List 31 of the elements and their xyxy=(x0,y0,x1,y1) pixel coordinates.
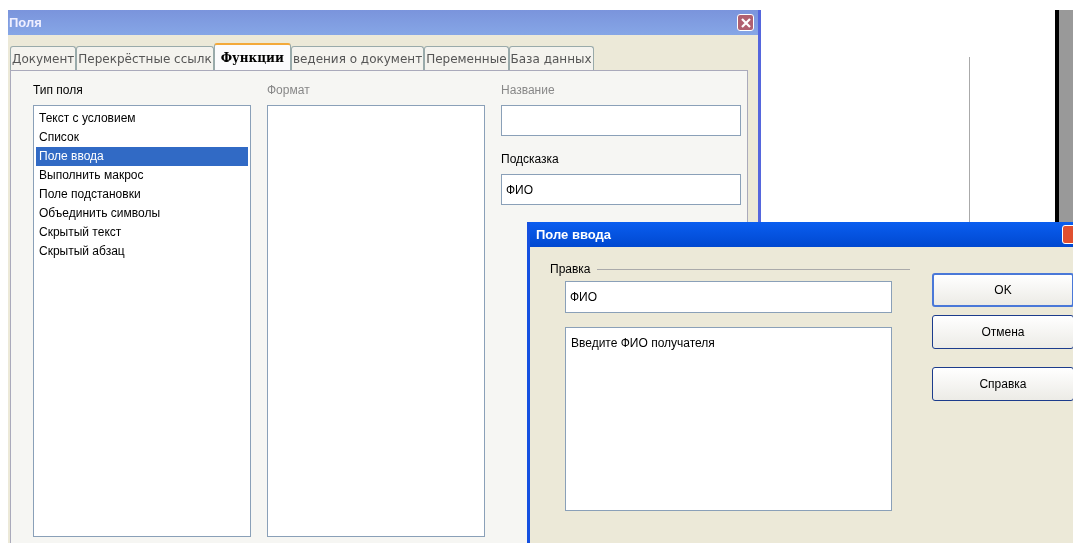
list-item[interactable]: Поле ввода xyxy=(36,147,248,166)
list-item[interactable]: Выполнить макрос xyxy=(36,166,248,185)
name-field[interactable] xyxy=(501,105,741,136)
list-item[interactable]: Скрытый абзац xyxy=(36,242,248,261)
text-area[interactable]: Введите ФИО получателя xyxy=(565,327,892,511)
window-title: Поле ввода xyxy=(536,227,611,242)
format-label: Формат xyxy=(267,83,311,99)
list-item[interactable]: Текст с условием xyxy=(36,109,248,128)
tab[interactable]: Документ xyxy=(10,46,77,70)
close-icon xyxy=(739,16,752,29)
tab[interactable]: ведения о документ xyxy=(290,46,425,70)
close-button[interactable] xyxy=(737,14,754,31)
tab[interactable]: Перекрёстные ссылк xyxy=(76,46,214,70)
hint-field[interactable]: ФИО xyxy=(501,174,741,205)
dialog-button[interactable]: Справка xyxy=(932,367,1073,401)
dialog-button[interactable]: Отмена xyxy=(932,315,1073,349)
field-type-list[interactable]: Текст с условием Список Поле ввода Выполнить макрос Поле подстановки Объединить символы Скрытый текст Скрытый абзац xyxy=(33,105,251,537)
tab[interactable]: Переменные xyxy=(424,46,509,70)
name-label: Название xyxy=(501,83,556,99)
list-item[interactable]: Поле подстановки xyxy=(36,185,248,204)
group-label: Правка xyxy=(550,262,591,276)
field-type-label: Тип поля xyxy=(33,83,84,99)
tab[interactable]: Функции xyxy=(213,43,291,70)
dialog-button[interactable]: OK xyxy=(932,273,1073,307)
tab[interactable]: База данных xyxy=(508,46,594,70)
list-item[interactable]: Список xyxy=(36,128,248,147)
list-item[interactable]: Скрытый текст xyxy=(36,223,248,242)
window-title: Поля xyxy=(9,15,42,30)
hint-label: Подсказка xyxy=(501,152,560,168)
list-item[interactable]: Объединить символы xyxy=(36,204,248,223)
input-field[interactable]: ФИО xyxy=(565,281,892,313)
